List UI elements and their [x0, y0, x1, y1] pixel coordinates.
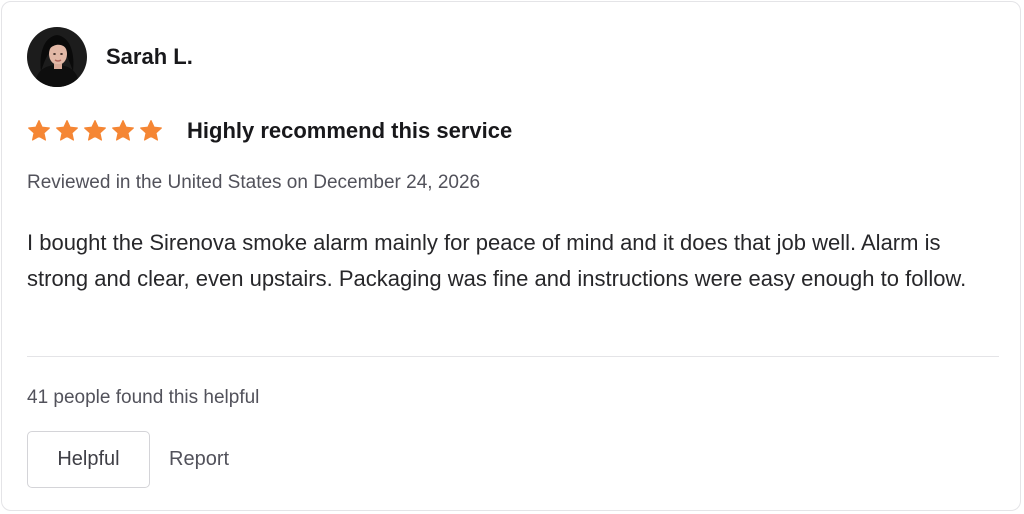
- star-icon: [139, 119, 163, 143]
- avatar: [27, 27, 87, 87]
- star-rating: [27, 119, 163, 143]
- helpful-button[interactable]: Helpful: [27, 431, 150, 488]
- review-card: Sarah L. Highly recommend this service R…: [1, 1, 1021, 511]
- review-body: I bought the Sirenova smoke alarm mainly…: [27, 230, 967, 291]
- star-icon: [27, 119, 51, 143]
- star-icon: [83, 119, 107, 143]
- review-meta: Reviewed in the United States on Decembe…: [27, 172, 481, 193]
- star-icon: [111, 119, 135, 143]
- helpful-count: 41 people found this helpful: [27, 387, 260, 408]
- review-title: Highly recommend this service: [187, 118, 513, 143]
- review-actions: Helpful Report: [27, 431, 229, 488]
- rating-row: Highly recommend this service: [27, 117, 512, 145]
- divider: [27, 356, 999, 357]
- star-icon: [55, 119, 79, 143]
- reviewer-name: Sarah L.: [106, 44, 193, 69]
- reviewer-header: Sarah L.: [27, 27, 193, 87]
- report-link[interactable]: Report: [169, 448, 229, 471]
